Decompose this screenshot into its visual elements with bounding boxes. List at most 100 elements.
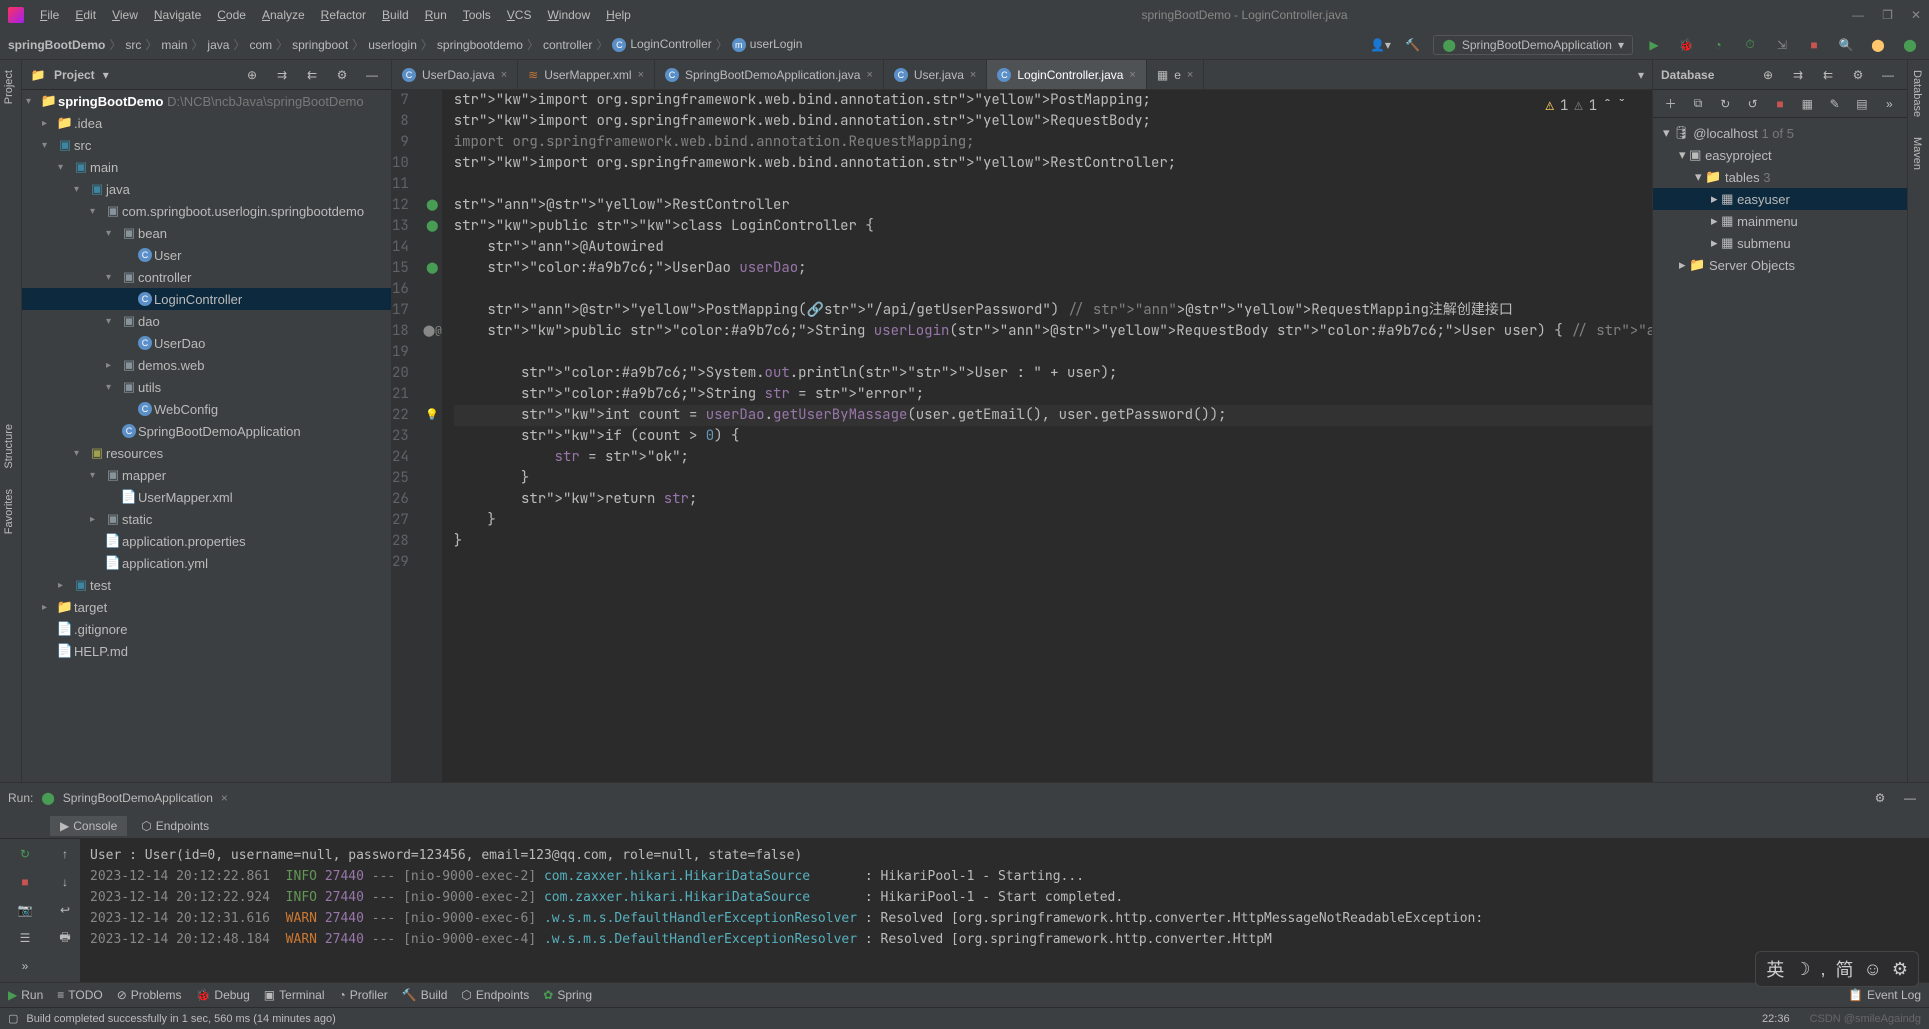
inspection-widget[interactable]: ⚠1 ⚠1 ˆˇ [1542,94,1630,119]
db-collapse-icon[interactable]: ⇇ [1817,64,1839,86]
editor-tab[interactable]: ▦e× [1147,60,1204,89]
breadcrumb[interactable]: springBootDemo〉src〉main〉java〉com〉springb… [8,36,802,53]
db-stop-icon[interactable]: ■ [1770,93,1789,115]
tree-item[interactable]: ▾▣java [22,178,391,200]
breadcrumb-item[interactable]: com [249,38,272,52]
tree-item[interactable]: ▸▣test [22,574,391,596]
settings-icon[interactable]: ⚙ [331,64,353,86]
more-icon[interactable]: » [14,955,36,977]
tree-item[interactable]: CUserDao [22,332,391,354]
rail-database[interactable]: Database [1908,60,1926,127]
ime-item[interactable]: ⚙ [1892,959,1908,980]
scroll-up-icon[interactable]: ↑ [54,843,76,865]
breadcrumb-item[interactable]: springboot [292,38,348,52]
maximize-button[interactable]: ❐ [1882,8,1893,22]
menu-file[interactable]: File [34,6,65,24]
build-hammer-icon[interactable]: 🔨 [1401,34,1423,56]
breadcrumb-item[interactable]: java [207,38,229,52]
menu-window[interactable]: Window [541,6,596,24]
ide-update-icon[interactable]: ⬤ [1867,34,1889,56]
tool-event-log[interactable]: 📋Event Log [1848,988,1921,1002]
window-list-icon[interactable]: ▢ [8,1012,18,1025]
profile-icon[interactable]: ⏱ [1739,34,1761,56]
close-tab-icon[interactable]: × [1129,69,1135,81]
editor-tab[interactable]: CUserDao.java× [392,60,518,89]
editor-tab[interactable]: CUser.java× [884,60,987,89]
tree-item[interactable]: ▾▣resources [22,442,391,464]
db-more-icon[interactable]: » [1880,93,1899,115]
project-view-dropdown[interactable]: ▾ [103,68,109,82]
breadcrumb-item[interactable]: CLoginController [612,37,711,52]
db-table-icon[interactable]: ▦ [1798,93,1817,115]
code-editor[interactable]: 7891011121314151617181920212223242526272… [392,90,1652,782]
db-console-icon[interactable]: ▤ [1852,93,1871,115]
db-locate-icon[interactable]: ⊕ [1757,64,1779,86]
tree-item[interactable]: ▾▣dao [22,310,391,332]
menu-refactor[interactable]: Refactor [315,6,372,24]
run-settings-icon[interactable]: ⚙ [1869,787,1891,809]
console-tab[interactable]: ▶Console [50,816,127,836]
tree-item[interactable]: 📄.gitignore [22,618,391,640]
ime-toolbar[interactable]: 英☽,简☺⚙ [1755,951,1919,987]
close-tab-icon[interactable]: × [501,69,507,81]
debug-icon[interactable]: 🐞 [1675,34,1697,56]
editor-tab[interactable]: ≋UserMapper.xml× [518,60,655,89]
tool-problems[interactable]: ⊘Problems [117,988,182,1002]
coverage-icon[interactable]: ◔ [1707,34,1729,56]
rail-structure[interactable]: Structure [0,414,18,479]
breadcrumb-item[interactable]: muserLogin [732,37,803,52]
ime-item[interactable]: ☽ [1794,959,1810,980]
tree-item[interactable]: ▾▣utils [22,376,391,398]
tree-item[interactable]: CSpringBootDemoApplication [22,420,391,442]
db-tree-item[interactable]: ▸ 📁 Server Objects [1653,254,1907,276]
collapse-all-icon[interactable]: ⇇ [301,64,323,86]
run-hide-icon[interactable]: — [1899,787,1921,809]
tree-item[interactable]: ▾▣bean [22,222,391,244]
tool-profiler[interactable]: ◔Profiler [339,988,388,1002]
breadcrumb-item[interactable]: controller [543,38,592,52]
tool-debug[interactable]: 🐞Debug [195,988,249,1002]
tree-item[interactable]: 📄UserMapper.xml [22,486,391,508]
menu-help[interactable]: Help [600,6,637,24]
tree-item[interactable]: ▸▣demos.web [22,354,391,376]
ime-item[interactable]: 英 [1766,956,1784,982]
rail-maven[interactable]: Maven [1908,127,1926,180]
close-tab-icon[interactable]: × [1187,69,1193,81]
endpoints-tab[interactable]: ⬡Endpoints [131,816,219,836]
menu-view[interactable]: View [106,6,144,24]
tree-project-root[interactable]: ▾📁springBootDemo D:\NCB\ncbJava\springBo… [22,90,391,112]
run-configuration-selector[interactable]: ⬤SpringBootDemoApplication▾ [1433,35,1633,55]
camera-icon[interactable]: 📷 [14,899,36,921]
stop-run-icon[interactable]: ■ [14,871,36,893]
tree-item[interactable]: ▾▣mapper [22,464,391,486]
attach-icon[interactable]: ⇲ [1771,34,1793,56]
db-settings-icon[interactable]: ⚙ [1847,64,1869,86]
ime-item[interactable]: 简 [1835,956,1853,982]
menu-edit[interactable]: Edit [69,6,102,24]
tree-item[interactable]: ▾▣com.springboot.userlogin.springbootdem… [22,200,391,222]
menu-code[interactable]: Code [211,6,252,24]
ide-notify-icon[interactable]: ⬤ [1899,34,1921,56]
db-tree-item[interactable]: ▾ 🛢 @localhost 1 of 5 [1653,122,1907,144]
close-tab-icon[interactable]: × [638,69,644,81]
editor-tab[interactable]: CSpringBootDemoApplication.java× [655,60,884,89]
close-run-tab[interactable]: × [221,791,228,805]
stop-icon[interactable]: ■ [1803,34,1825,56]
tree-item[interactable]: ▸📁.idea [22,112,391,134]
hide-panel-icon[interactable]: — [361,64,383,86]
expand-all-icon[interactable]: ⇉ [271,64,293,86]
tool-build[interactable]: 🔨Build [402,988,448,1002]
breadcrumb-item[interactable]: userlogin [368,38,417,52]
db-refresh-icon[interactable]: ↻ [1716,93,1735,115]
tab-list-icon[interactable]: ▾ [1630,64,1652,86]
breadcrumb-item[interactable]: main [161,38,187,52]
soft-wrap-icon[interactable]: ↩ [54,899,76,921]
run-tab[interactable]: SpringBootDemoApplication [63,791,213,805]
db-expand-icon[interactable]: ⇉ [1787,64,1809,86]
tree-item[interactable]: ▸▣static [22,508,391,530]
filter-icon[interactable]: ☰ [14,927,36,949]
db-duplicate-icon[interactable]: ⧉ [1688,93,1707,115]
db-rollback-icon[interactable]: ↺ [1743,93,1762,115]
user-icon[interactable]: 👤▾ [1369,34,1391,56]
breadcrumb-item[interactable]: springbootdemo [437,38,523,52]
